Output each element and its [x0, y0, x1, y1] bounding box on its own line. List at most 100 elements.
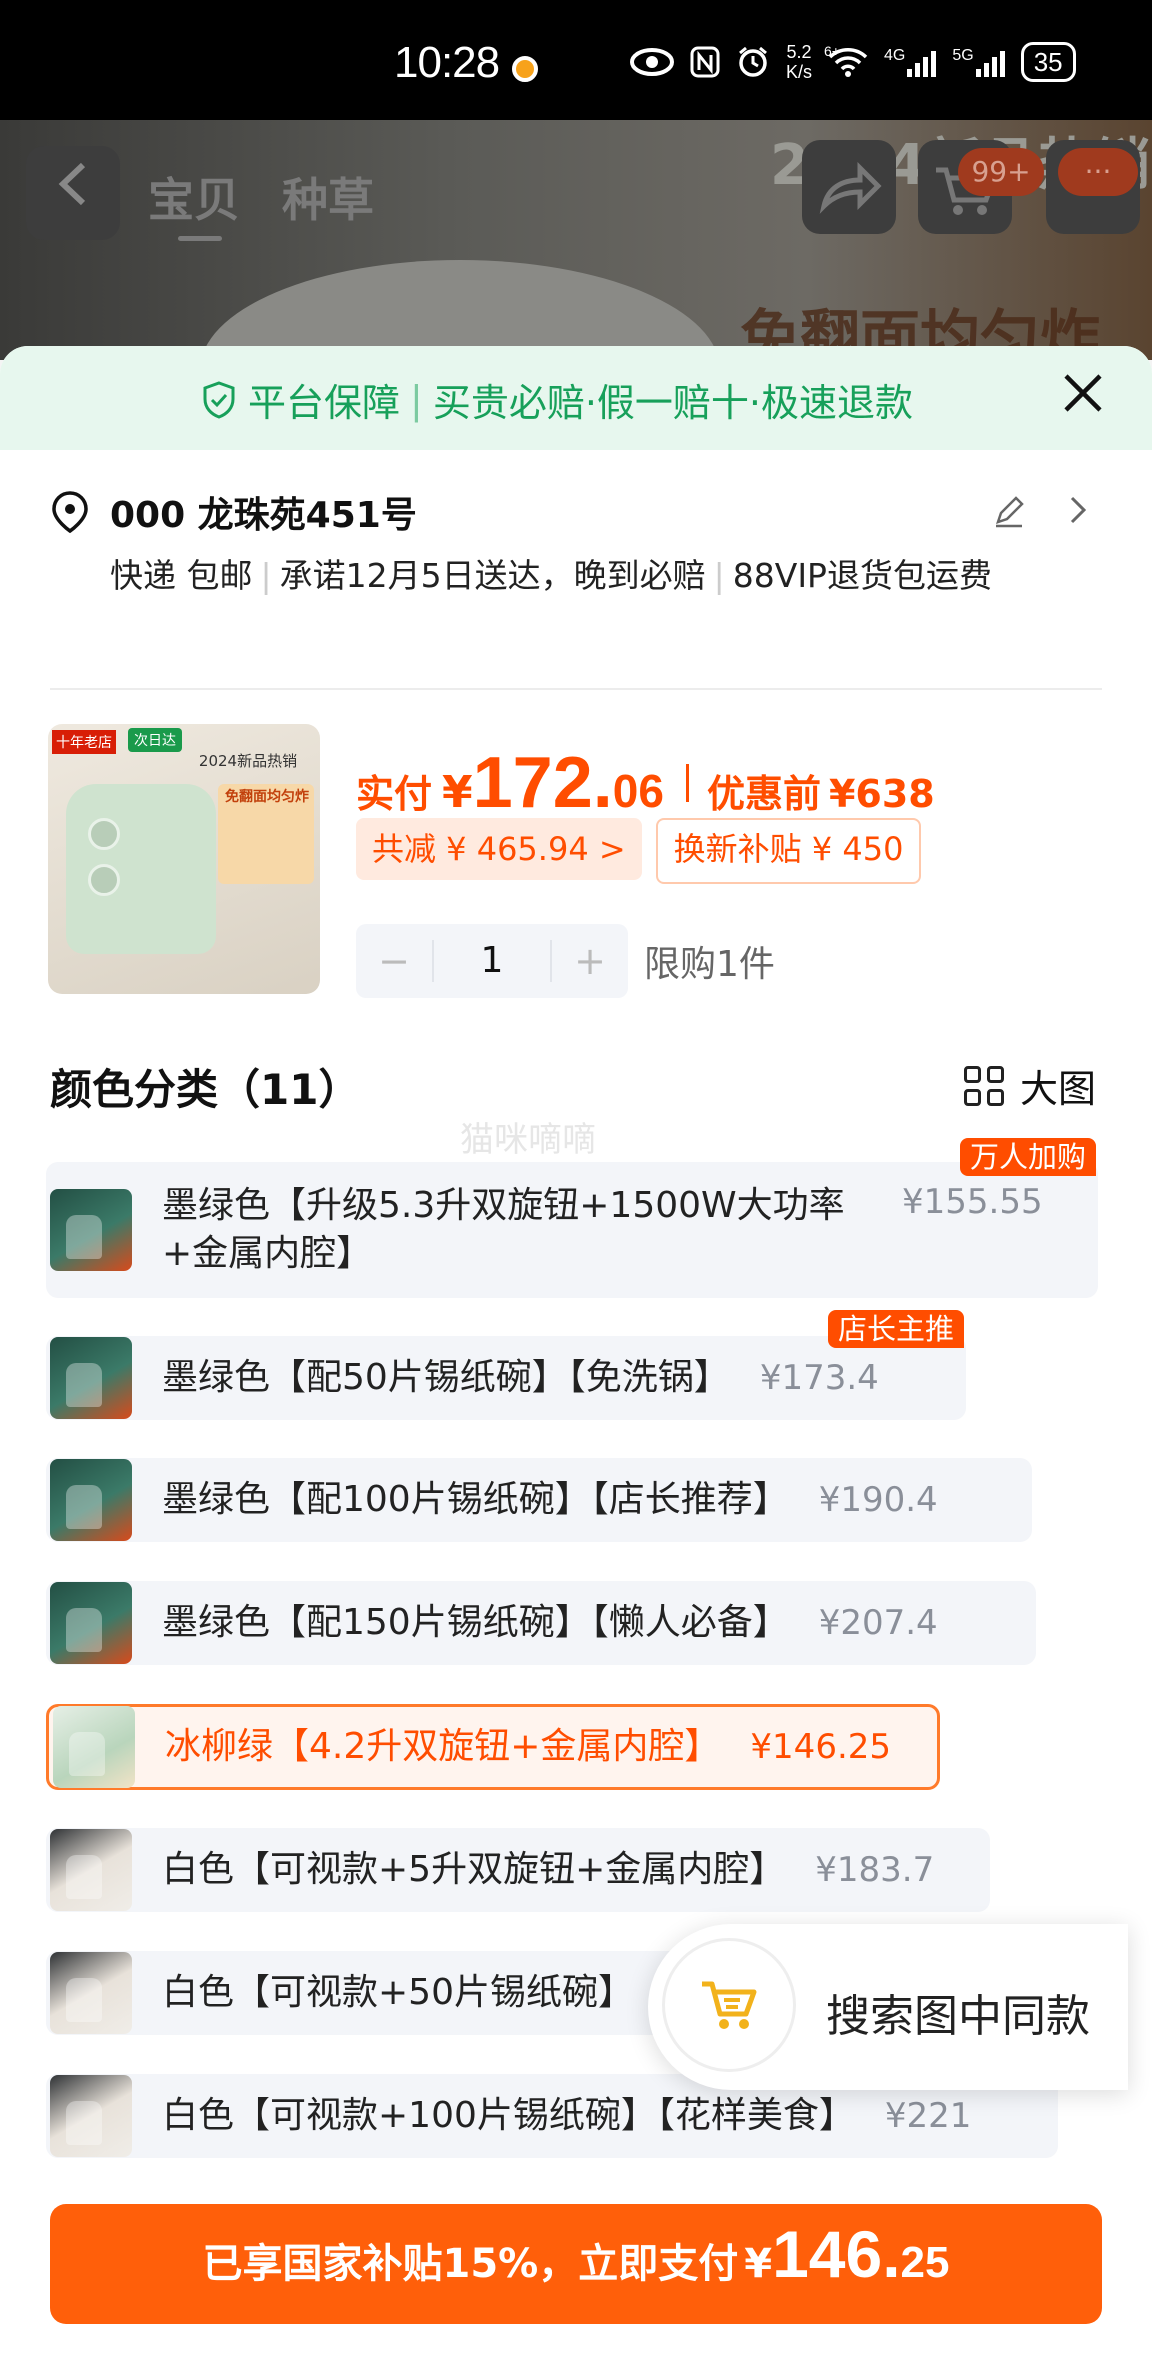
sku-option-name: 白色【可视款+100片锡纸碗】【花样美食】: [162, 2095, 855, 2136]
price-separator: [685, 764, 689, 802]
color-category-title: 颜色分类（11）: [50, 1065, 361, 1114]
shipping-info: 快递 包邮 | 承诺12月5日送达，晚到必赔 | 88VIP退货包运费: [110, 556, 992, 595]
sku-option-price: ¥190.4: [818, 1480, 938, 1520]
big-view-label: 大图: [1020, 1067, 1097, 1111]
thumb-tag-nextday: 次日达: [128, 728, 182, 752]
sku-option-price: ¥146.25: [750, 1727, 892, 1767]
sku-option-name: 墨绿色【配150片锡纸碗】【懒人必备】: [162, 1602, 789, 1643]
sku-flag-badge: 店长主推: [828, 1310, 965, 1348]
sku-thumbnail: [50, 1189, 132, 1271]
sku-option[interactable]: 墨绿色【配50片锡纸碗】【免洗锅】 ¥173.4: [46, 1336, 966, 1420]
before-discount-label: 优惠前: [706, 772, 821, 816]
header-tabs: 宝贝 种草: [148, 164, 400, 230]
total-discount-chip[interactable]: 共减 ¥ 465.94 >: [356, 818, 642, 880]
sku-option-name: 冰柳绿【4.2升双旋钮+金属内腔】: [165, 1726, 721, 1767]
vip-return-shipping: 88VIP退货包运费: [732, 556, 992, 595]
sku-thumbnail: [50, 1582, 132, 1664]
quantity-decrease-button[interactable]: −: [356, 939, 432, 983]
quantity-stepper: − 1 +: [356, 924, 628, 998]
net-speed: 5.2 K/s: [786, 42, 813, 82]
search-same-label: 搜索图中同款: [826, 1991, 1090, 2042]
tab-seed[interactable]: 种草: [282, 173, 374, 227]
sku-thumbnail: [50, 2075, 132, 2157]
sku-thumbnail: [50, 1952, 132, 2034]
delivery-promise: 承诺12月5日送达，晚到必赔: [279, 556, 706, 595]
sku-option[interactable]: 墨绿色【配100片锡纸碗】【店长推荐】 ¥190.4: [46, 1458, 1032, 1542]
before-discount-price: ¥638: [828, 772, 935, 816]
address-name: 000 龙珠苑451号: [110, 495, 417, 536]
back-button[interactable]: [26, 146, 120, 240]
tab-item[interactable]: 宝贝: [148, 173, 240, 227]
search-same-item-button[interactable]: 搜索图中同款: [648, 1924, 1128, 2090]
thumb-promo: 免翻面均匀炸: [225, 789, 309, 805]
sku-option-price: ¥183.7: [815, 1850, 935, 1890]
thumb-title: 2024新品热销: [198, 752, 298, 770]
battery-icon: 35: [1020, 42, 1076, 82]
wifi-icon: 6+: [824, 43, 868, 77]
status-bar: 10:28 5.2 K/s 6+ 4G 5G 35: [0, 0, 1152, 120]
product-summary: 十年老店 次日达 2024新品热销 免翻面均匀炸 实付 ¥ 172. 06 优惠…: [48, 724, 1108, 998]
sku-option-name: 墨绿色【配50片锡纸碗】【免洗锅】: [162, 1357, 730, 1398]
grid-icon: [964, 1065, 1004, 1106]
sku-option-price: ¥207.4: [818, 1603, 938, 1643]
quantity-value[interactable]: 1: [432, 940, 552, 982]
chevron-right-icon[interactable]: [1060, 492, 1096, 528]
close-icon[interactable]: [1058, 368, 1108, 418]
cart-icon: [702, 1981, 757, 2029]
pay-button-decimal: 25: [900, 2238, 950, 2287]
sku-option-price: ¥155.55: [902, 1182, 1043, 1222]
quantity-increase-button[interactable]: +: [552, 939, 628, 983]
tab-underline: [178, 236, 222, 241]
sku-option-price: ¥173.4: [759, 1358, 879, 1398]
cell-signal-1-icon: 4G: [884, 47, 937, 77]
divider: [50, 688, 1102, 690]
edit-icon[interactable]: [990, 492, 1028, 530]
location-pin-icon: [52, 491, 88, 534]
search-same-circle: [662, 1938, 796, 2072]
sku-thumbnail: [50, 1829, 132, 1911]
price-decimal: 06: [612, 765, 664, 817]
thumb-tag-store: 十年老店: [52, 730, 116, 754]
cart-badge: 99+: [958, 148, 1044, 196]
product-hero-dimmed: 2024新品热销 免翻面均匀炸 宝贝 种草 99+ ···: [0, 120, 1152, 360]
quantity-row: − 1 + 限购1件: [356, 924, 775, 998]
pay-label: 实付: [356, 772, 433, 816]
guarantee-separator: |: [410, 377, 423, 422]
discount-chips: 共减 ¥ 465.94 > 换新补贴 ¥ 450: [356, 818, 922, 884]
purchase-limit: 限购1件: [644, 944, 775, 985]
sku-option[interactable]: 墨绿色【升级5.3升双旋钮+1500W大功率+金属内腔】 ¥155.55: [46, 1162, 1098, 1298]
eye-icon: [630, 48, 674, 76]
sku-option-price: ¥221: [884, 2096, 972, 2136]
product-thumbnail[interactable]: 十年老店 次日达 2024新品热销 免翻面均匀炸: [48, 724, 320, 994]
sku-option[interactable]: 白色【可视款+5升双旋钮+金属内腔】 ¥183.7: [46, 1828, 990, 1912]
watermark: 猫咪嘀嘀: [460, 1120, 596, 1160]
more-badge: ···: [1058, 148, 1138, 196]
pay-button-currency: ¥: [744, 2241, 773, 2287]
sku-option-selected[interactable]: 冰柳绿【4.2升双旋钮+金属内腔】 ¥146.25: [46, 1704, 940, 1790]
trade-in-subsidy-chip[interactable]: 换新补贴 ¥ 450: [655, 818, 922, 884]
guarantee-bar: 平台保障 | 买贵必赔·假一赔十·极速退款: [0, 346, 1152, 450]
price-currency: ¥: [442, 767, 473, 818]
pay-button-integer: 146.: [772, 2217, 901, 2291]
sku-option-name: 白色【可视款+50片锡纸碗】: [162, 1972, 634, 2013]
sku-option-name: 墨绿色【升级5.3升双旋钮+1500W大功率+金属内腔】: [162, 1185, 845, 1274]
sku-thumbnail: [50, 1337, 132, 1419]
status-icons: 5.2 K/s 6+ 4G 5G 35: [630, 40, 1076, 84]
cell-signal-2-icon: 5G: [952, 47, 1005, 77]
big-view-toggle[interactable]: 大图: [964, 1058, 1096, 1113]
share-icon: [819, 161, 882, 214]
share-button[interactable]: [802, 140, 896, 234]
price-integer: 172.: [472, 743, 613, 823]
nfc-icon: [690, 46, 720, 78]
pay-now-button[interactable]: 已享国家补贴15%，立即支付 ¥ 146. 25: [50, 2204, 1102, 2324]
sku-thumbnail: [50, 1459, 132, 1541]
guarantee-items: 买贵必赔·假一赔十·极速退款: [432, 381, 913, 425]
shield-check-icon: [203, 380, 235, 419]
sku-sheet: 平台保障 | 买贵必赔·假一赔十·极速退款 000 龙珠苑451号 快递 包邮 |…: [0, 346, 1152, 2376]
sku-thumbnail: [53, 1706, 135, 1788]
sku-option-name: 白色【可视款+5升双旋钮+金属内腔】: [162, 1849, 786, 1890]
guarantee-title: 平台保障: [248, 381, 401, 425]
product-image-backdrop: [200, 260, 720, 360]
sku-option[interactable]: 墨绿色【配150片锡纸碗】【懒人必备】 ¥207.4: [46, 1581, 1036, 1665]
pay-button-text: 已享国家补贴15%，立即支付: [202, 2241, 739, 2287]
